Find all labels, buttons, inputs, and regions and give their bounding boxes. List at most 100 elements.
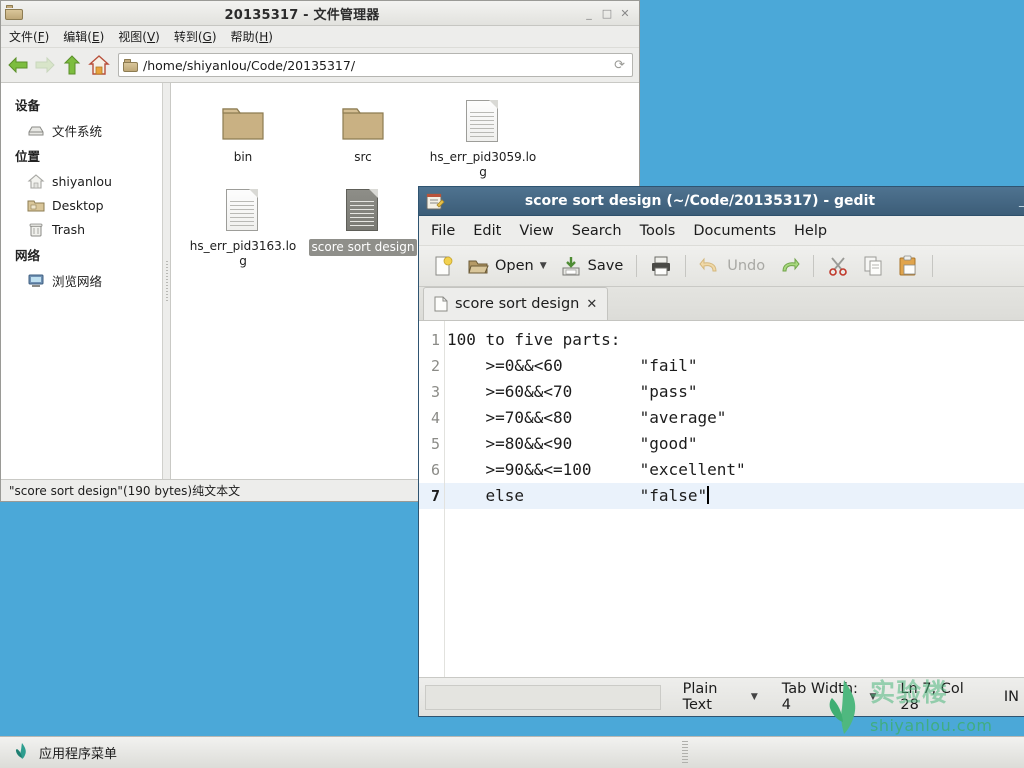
printer-icon <box>650 255 672 277</box>
new-document-icon <box>432 255 454 277</box>
toolbar-separator <box>813 255 815 277</box>
code-line-text: else "false" <box>447 486 708 505</box>
undo-label: Undo <box>727 258 766 274</box>
sidebar-splitter[interactable] <box>163 83 171 479</box>
paste-button[interactable] <box>892 251 924 281</box>
file-manager-titlebar[interactable]: 20135317 - 文件管理器 _ □ ✕ <box>1 1 639 26</box>
print-button[interactable] <box>645 251 677 281</box>
file-manager-title: 20135317 - 文件管理器 <box>224 7 380 23</box>
maximize-button[interactable]: □ <box>599 6 615 21</box>
file-item-hs-err-3163[interactable]: hs_err_pid3163.log <box>183 182 303 269</box>
back-arrow-icon[interactable] <box>7 54 29 76</box>
code-line: >=90&&<=100 "excellent" <box>447 460 746 479</box>
toolbar-separator <box>636 255 638 277</box>
sidebar-item-shiyanlou[interactable]: shiyanlou <box>1 169 162 193</box>
document-icon <box>457 99 509 147</box>
taskbar: 应用程序菜单 <box>0 736 1024 768</box>
save-label: Save <box>587 258 624 274</box>
insert-mode-indicator: IN <box>1003 689 1019 705</box>
status-message-slot <box>425 684 661 710</box>
tab-label: score sort design <box>455 296 580 312</box>
save-button[interactable]: Save <box>555 251 629 281</box>
sidebar-item-label: shiyanlou <box>52 173 112 189</box>
file-item-hs-err-3059[interactable]: hs_err_pid3059.log <box>423 93 543 180</box>
sidebar-item-browse-network[interactable]: 浏览网络 <box>1 268 162 292</box>
file-label: src <box>354 150 372 164</box>
line-number: 1 <box>430 331 440 349</box>
menu-view[interactable]: View <box>519 223 553 239</box>
up-arrow-icon[interactable] <box>61 54 83 76</box>
line-number: 5 <box>430 435 440 453</box>
shiyanlou-leaf-icon <box>14 742 30 764</box>
menu-search[interactable]: Search <box>572 223 622 239</box>
sidebar-item-desktop[interactable]: Desktop <box>1 193 162 217</box>
gedit-editor[interactable]: 1 2 3 4 5 6 7 100 to five parts: >=0&&<6… <box>419 321 1024 677</box>
file-item-src[interactable]: src <box>303 93 423 180</box>
menu-documents[interactable]: Documents <box>693 223 776 239</box>
sidebar-item-trash[interactable]: Trash <box>1 217 162 241</box>
desktop-folder-icon <box>27 197 45 214</box>
status-text: "score sort design"(190 bytes)纯文本文 <box>9 484 241 498</box>
tab-score-sort-design[interactable]: score sort design ✕ <box>423 287 609 320</box>
document-icon <box>434 296 448 312</box>
menu-tools[interactable]: Tools <box>640 223 676 239</box>
file-manager-menubar: 文件(F) 编辑(E) 视图(V) 转到(G) 帮助(H) <box>1 26 639 48</box>
menu-file[interactable]: 文件(F) <box>9 28 49 45</box>
gedit-titlebar[interactable]: score sort design (~/Code/20135317) - ge… <box>419 187 1024 216</box>
file-item-score-sort-design[interactable]: score sort design <box>303 182 423 269</box>
toolbar-separator <box>685 255 687 277</box>
document-icon <box>337 188 389 236</box>
text-cursor <box>707 486 709 504</box>
gedit-menubar: File Edit View Search Tools Documents He… <box>419 216 1024 245</box>
reload-icon[interactable]: ⟳ <box>614 58 628 73</box>
document-icon <box>217 188 269 236</box>
undo-arrow-icon <box>699 255 721 277</box>
chevron-down-icon: ▼ <box>869 692 877 702</box>
folder-icon <box>337 99 389 147</box>
redo-button[interactable] <box>773 251 805 281</box>
sidebar-header-places: 位置 <box>15 149 41 164</box>
minimize-button[interactable]: _ <box>1013 193 1024 209</box>
file-item-bin[interactable]: bin <box>183 93 303 180</box>
line-number: 6 <box>430 461 440 479</box>
sidebar-item-label: Desktop <box>52 197 104 213</box>
sidebar-item-filesystem[interactable]: 文件系统 <box>1 118 162 142</box>
menu-view[interactable]: 视图(V) <box>118 28 160 45</box>
code-line: >=0&&<60 "fail" <box>447 356 698 375</box>
menu-help[interactable]: 帮助(H) <box>231 28 273 45</box>
minimize-button[interactable]: _ <box>581 6 597 21</box>
close-button[interactable]: ✕ <box>617 6 633 21</box>
code-line: >=70&&<80 "average" <box>447 408 727 427</box>
editor-text-area[interactable]: 100 to five parts: >=0&&<60 "fail" >=60&… <box>445 321 1024 677</box>
cut-button[interactable] <box>822 251 854 281</box>
home-icon[interactable] <box>88 54 110 76</box>
menu-file[interactable]: File <box>431 223 455 239</box>
language-selector[interactable]: Plain Text ▼ <box>671 681 770 713</box>
undo-button: Undo <box>694 251 770 281</box>
line-number: 7 <box>419 483 444 509</box>
open-folder-icon <box>467 255 489 277</box>
folder-icon <box>217 99 269 147</box>
path-entry[interactable]: /home/shiyanlou/Code/20135317/ ⟳ <box>118 53 633 77</box>
save-icon <box>560 255 582 277</box>
file-label: hs_err_pid3059.log <box>429 150 537 179</box>
copy-icon <box>862 255 884 277</box>
menu-edit[interactable]: 编辑(E) <box>63 28 104 45</box>
sidebar-header-network: 网络 <box>15 248 41 263</box>
taskbar-drag-handle[interactable] <box>682 740 689 765</box>
file-label: hs_err_pid3163.log <box>189 239 297 268</box>
open-button[interactable]: Open ▼ <box>462 251 552 281</box>
applications-menu-button[interactable]: 应用程序菜单 <box>8 740 123 766</box>
file-manager-sidebar: 设备 文件系统 位置 shiyanlou Desktop Trash 网络 浏览… <box>1 83 163 479</box>
menu-help[interactable]: Help <box>794 223 827 239</box>
new-document-button[interactable] <box>427 251 459 281</box>
menu-go[interactable]: 转到(G) <box>174 28 217 45</box>
path-text: /home/shiyanlou/Code/20135317/ <box>143 57 356 73</box>
close-icon[interactable]: ✕ <box>586 297 597 312</box>
drive-icon <box>27 122 45 139</box>
language-label: Plain Text <box>682 681 718 713</box>
tab-width-label: Tab Width: 4 <box>781 681 858 713</box>
tab-width-selector[interactable]: Tab Width: 4 ▼ <box>770 681 889 713</box>
chevron-down-icon[interactable]: ▼ <box>540 261 547 271</box>
menu-edit[interactable]: Edit <box>473 223 501 239</box>
